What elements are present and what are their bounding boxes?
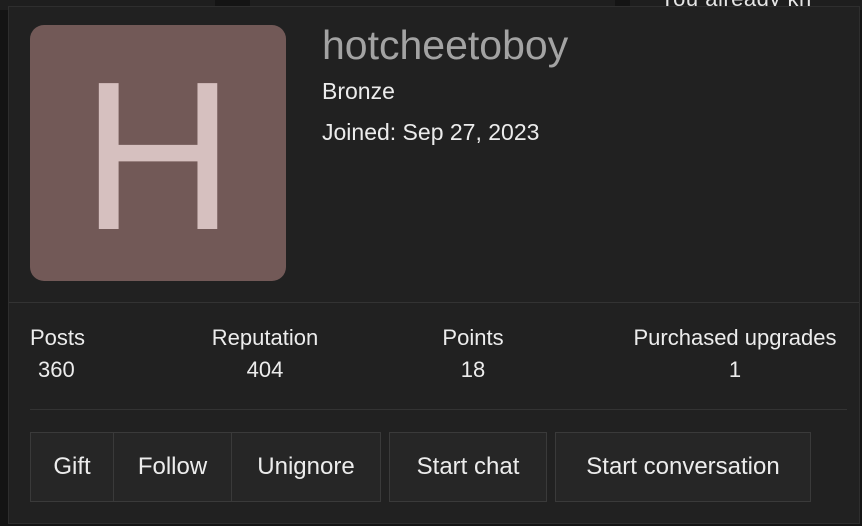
stat-reputation: Reputation 404 [205, 325, 325, 383]
stat-label: Purchased upgrades [633, 325, 837, 350]
stat-label: Reputation [211, 325, 319, 350]
follow-button[interactable]: Follow [113, 432, 232, 502]
avatar[interactable]: H [30, 25, 286, 281]
stat-label: Points [442, 325, 504, 350]
divider [9, 302, 859, 303]
unignore-button[interactable]: Unignore [231, 432, 381, 502]
stat-label: Posts [30, 325, 86, 350]
member-tooltip-card: H hotcheetoboy Bronze Joined: Sep 27, 20… [8, 6, 860, 524]
stat-points: Points 18 [438, 325, 508, 383]
joined-date: Joined: Sep 27, 2023 [322, 119, 540, 145]
stat-value: 360 [38, 357, 75, 382]
stat-value: 1 [728, 357, 742, 382]
start-chat-button[interactable]: Start chat [389, 432, 547, 502]
username-link[interactable]: hotcheetoboy [322, 21, 568, 69]
gift-button[interactable]: Gift [30, 432, 114, 502]
stat-purchased-upgrades: Purchased upgrades 1 [621, 325, 849, 383]
avatar-letter: H [81, 37, 235, 274]
divider [30, 409, 847, 410]
stat-posts: Posts 360 [30, 325, 90, 383]
user-rank: Bronze [322, 78, 395, 104]
stat-value: 404 [246, 357, 284, 382]
start-conversation-button[interactable]: Start conversation [555, 432, 811, 502]
stat-value: 18 [460, 357, 486, 382]
